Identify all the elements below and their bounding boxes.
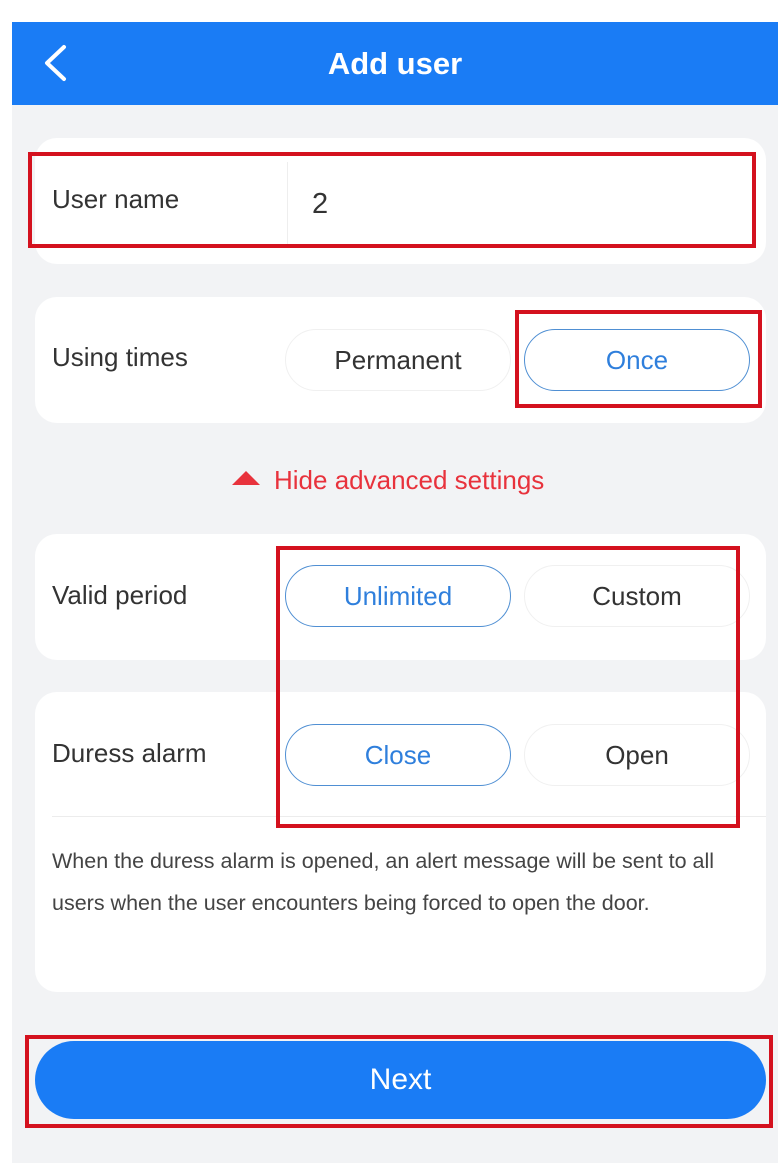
permanent-option[interactable]: Permanent bbox=[285, 329, 511, 391]
once-option[interactable]: Once bbox=[524, 329, 750, 391]
valid-period-card: Valid period Unlimited Custom bbox=[35, 534, 766, 660]
duress-alarm-card: Duress alarm Close Open When the duress … bbox=[35, 692, 766, 992]
hide-advanced-settings-label: Hide advanced settings bbox=[274, 464, 545, 495]
close-option[interactable]: Close bbox=[285, 724, 511, 786]
duress-alarm-description: When the duress alarm is opened, an aler… bbox=[52, 849, 715, 915]
user-name-label: User name bbox=[52, 184, 180, 214]
back-button[interactable] bbox=[30, 36, 80, 90]
user-name-card: User name 2 bbox=[35, 138, 766, 264]
valid-period-label: Valid period bbox=[52, 580, 188, 610]
open-option[interactable]: Open bbox=[524, 724, 750, 786]
using-times-card: Using times Permanent Once bbox=[35, 297, 766, 423]
hide-advanced-settings-toggle[interactable]: Hide advanced settings bbox=[232, 460, 544, 500]
divider bbox=[52, 816, 766, 817]
next-button[interactable]: Next bbox=[35, 1041, 766, 1119]
using-times-label: Using times bbox=[52, 342, 188, 372]
triangle-up-icon bbox=[232, 471, 260, 485]
add-user-screen: Add user User name 2 Using times Permane… bbox=[12, 22, 778, 1163]
user-name-input[interactable]: 2 bbox=[287, 162, 755, 246]
page-title: Add user bbox=[327, 46, 463, 81]
top-nav-bar: Add user bbox=[12, 22, 778, 105]
custom-option[interactable]: Custom bbox=[524, 565, 750, 627]
unlimited-option[interactable]: Unlimited bbox=[285, 565, 511, 627]
duress-alarm-label: Duress alarm bbox=[52, 738, 207, 768]
chevron-left-icon bbox=[45, 45, 66, 81]
